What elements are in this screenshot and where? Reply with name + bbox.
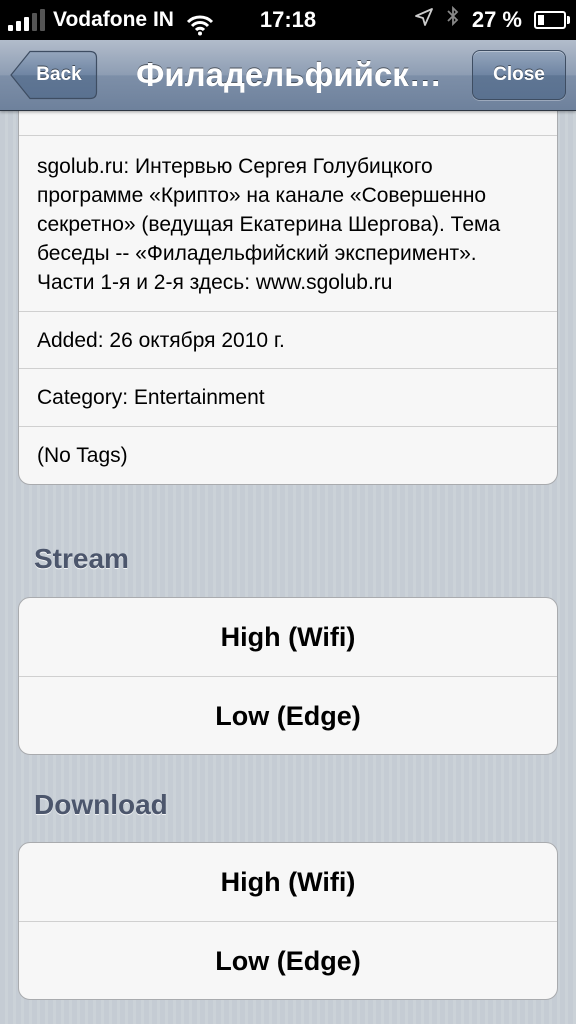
- category-label: Category: Entertainment: [19, 368, 557, 426]
- close-button[interactable]: Close: [472, 50, 566, 100]
- bluetooth-icon: [446, 0, 460, 40]
- added-date: Added: 26 октября 2010 г.: [19, 311, 557, 368]
- download-section-header: Download: [34, 789, 168, 820]
- battery-percent: 27 %: [471, 7, 522, 32]
- stream-section-header: Stream: [34, 543, 129, 574]
- battery-icon: [534, 11, 570, 29]
- info-group: sgolub.ru: Интервью Сергея Голубицкого п…: [18, 88, 558, 485]
- back-button-label: Back: [36, 64, 82, 85]
- tags-label: (No Tags): [19, 426, 557, 484]
- status-bar: Vodafone IN 17:18 27 %: [0, 0, 576, 40]
- download-high-button[interactable]: High (Wifi): [19, 843, 557, 921]
- stream-high-button[interactable]: High (Wifi): [19, 598, 557, 676]
- download-low-button[interactable]: Low (Edge): [19, 921, 557, 999]
- back-button[interactable]: Back: [10, 50, 98, 100]
- stream-low-button[interactable]: Low (Edge): [19, 676, 557, 754]
- page-title: Филадельфийск…: [136, 56, 442, 93]
- stream-options-group: High (Wifi) Low (Edge): [18, 597, 558, 755]
- location-arrow-icon: [414, 0, 434, 40]
- download-options-group: High (Wifi) Low (Edge): [18, 842, 558, 1000]
- navigation-bar: Back Филадельфийск… Close: [0, 40, 576, 111]
- description-text: sgolub.ru: Интервью Сергея Голубицкого п…: [19, 135, 557, 311]
